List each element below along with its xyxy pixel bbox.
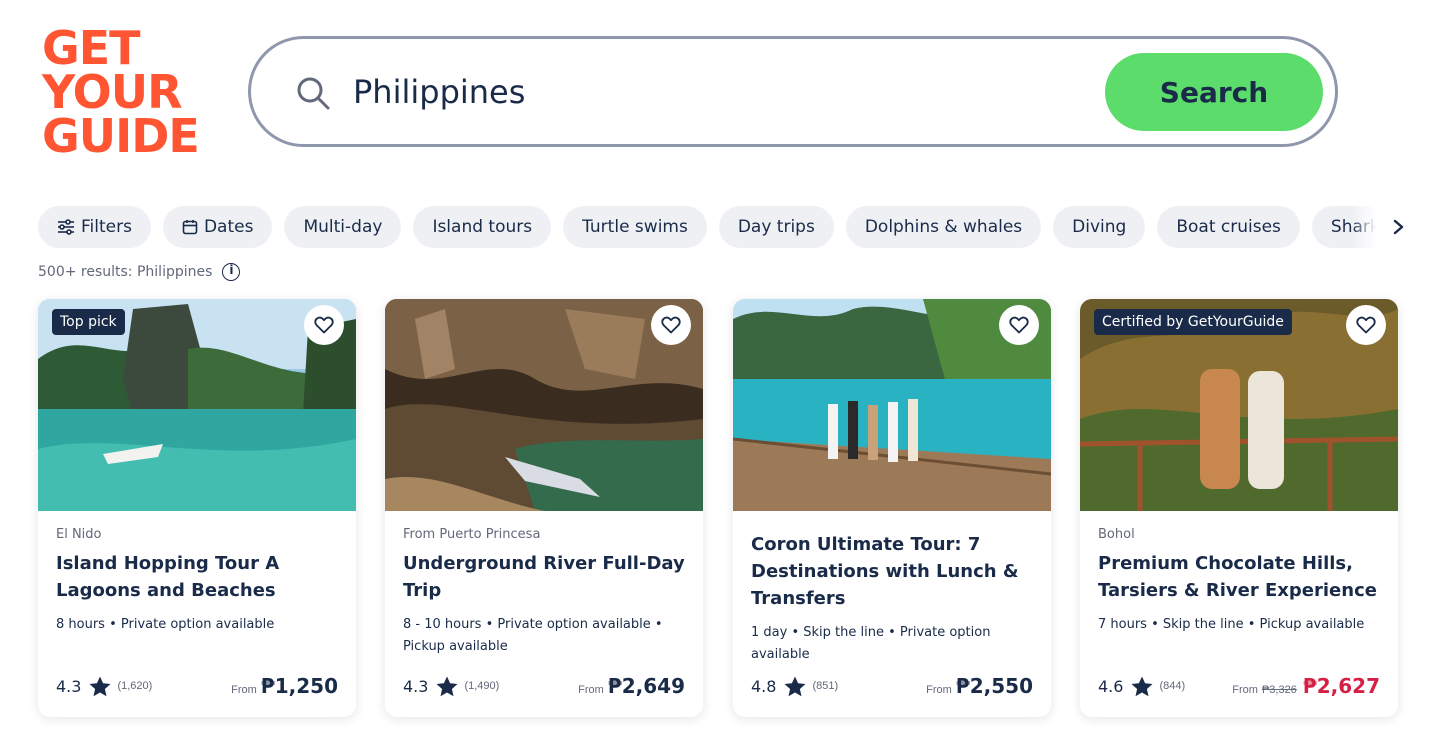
chip-island-tours[interactable]: Island tours <box>413 206 552 248</box>
activity-meta: 8 - 10 hours • Private option available … <box>403 617 663 654</box>
badge-certified: Certified by GetYourGuide <box>1094 309 1292 335</box>
activity-location: From Puerto Princesa <box>403 527 541 542</box>
chip-boat-cruises[interactable]: Boat cruises <box>1157 206 1300 248</box>
wishlist-button[interactable] <box>1346 305 1386 345</box>
price-from-label: From <box>578 684 604 696</box>
activity-title[interactable]: Island Hopping Tour A Lagoons and Beache… <box>56 550 338 604</box>
info-icon[interactable] <box>222 263 241 281</box>
getyourguide-logo[interactable]: GET YOUR GUIDE <box>42 21 222 166</box>
activity-location: El Nido <box>56 527 102 542</box>
sliders-icon <box>58 219 74 235</box>
chip-label: Filters <box>81 217 132 237</box>
activity-title[interactable]: Coron Ultimate Tour: 7 Destinations with… <box>751 531 1033 612</box>
chevron-right-icon[interactable] <box>1388 215 1410 239</box>
chip-turtle-swims[interactable]: Turtle swims <box>563 206 707 248</box>
star-icon <box>1131 676 1153 696</box>
activity-meta: 7 hours • Skip the line • Pickup availab… <box>1098 617 1365 632</box>
star-icon <box>89 676 111 696</box>
activity-title[interactable]: Premium Chocolate Hills, Tarsiers & Rive… <box>1098 550 1380 604</box>
star-icon <box>436 676 458 696</box>
filter-chips: Filters Dates Multi-day Island tours Turtl… <box>38 206 1378 248</box>
activity-card[interactable]: Coron Ultimate Tour: 7 Destinations with… <box>733 299 1051 717</box>
search-input[interactable]: Philippines <box>353 73 525 111</box>
price: From ₱2,550 <box>926 674 1033 698</box>
review-count: (1,620) <box>117 680 153 692</box>
chip-diving[interactable]: Diving <box>1053 206 1146 248</box>
activity-card[interactable]: Certified by GetYourGuide Bohol Premium … <box>1080 299 1398 717</box>
chip-filters[interactable]: Filters <box>38 206 151 248</box>
heart-icon <box>661 316 681 334</box>
activity-card[interactable]: Top pick El Nido Island Hopping Tour A L… <box>38 299 356 717</box>
price-from-label: From <box>1232 684 1258 696</box>
review-count: (1,490) <box>464 680 500 692</box>
search-button[interactable]: Search <box>1105 53 1323 131</box>
calendar-icon <box>182 220 198 235</box>
price-amount: ₱2,550 <box>955 674 1033 698</box>
price: From ₱2,649 <box>578 674 685 698</box>
price: From ₱1,250 <box>231 674 338 698</box>
chip-dates[interactable]: Dates <box>162 206 273 248</box>
results-count: 500+ results: Philippines <box>38 263 241 281</box>
original-price: ₱3,326 <box>1261 684 1297 696</box>
heart-icon <box>314 316 334 334</box>
rating-value: 4.3 <box>56 676 82 696</box>
price-amount: ₱2,627 <box>1302 674 1380 698</box>
logo-line-2: YOUR <box>42 65 183 119</box>
rating-value: 4.8 <box>751 676 777 696</box>
price-from-label: From <box>231 684 257 696</box>
badge-top-pick: Top pick <box>52 309 125 335</box>
chip-label: Dates <box>203 217 254 237</box>
activity-location: Bohol <box>1098 527 1135 542</box>
wishlist-button[interactable] <box>304 305 344 345</box>
price-amount: ₱1,250 <box>260 674 338 698</box>
activity-meta: 8 hours • Private option available <box>56 617 275 632</box>
review-count: (844) <box>1159 680 1186 692</box>
activity-card[interactable]: From Puerto Princesa Underground River F… <box>385 299 703 717</box>
chip-day-trips[interactable]: Day trips <box>718 206 834 248</box>
search-icon <box>297 77 330 110</box>
wishlist-button[interactable] <box>651 305 691 345</box>
price: From ₱3,326 ₱2,627 <box>1232 674 1380 698</box>
star-icon <box>784 676 806 696</box>
price-amount: ₱2,649 <box>607 674 685 698</box>
search-bar[interactable]: Philippines Search <box>248 36 1338 147</box>
wishlist-button[interactable] <box>999 305 1039 345</box>
results-text: 500+ results: Philippines <box>38 264 213 280</box>
price-from-label: From <box>926 684 952 696</box>
logo-line-3: GUIDE <box>42 109 200 163</box>
review-count: (851) <box>812 680 839 692</box>
chip-dolphins-whales[interactable]: Dolphins & whales <box>845 206 1042 248</box>
heart-icon <box>1009 316 1029 334</box>
rating-value: 4.3 <box>403 676 429 696</box>
rating-value: 4.6 <box>1098 676 1124 696</box>
activity-meta: 1 day • Skip the line • Private option a… <box>751 625 991 662</box>
logo-line-1: GET <box>42 21 141 75</box>
heart-icon <box>1356 316 1376 334</box>
chip-multi-day[interactable]: Multi-day <box>284 206 402 248</box>
activity-title[interactable]: Underground River Full-Day Trip <box>403 550 685 604</box>
